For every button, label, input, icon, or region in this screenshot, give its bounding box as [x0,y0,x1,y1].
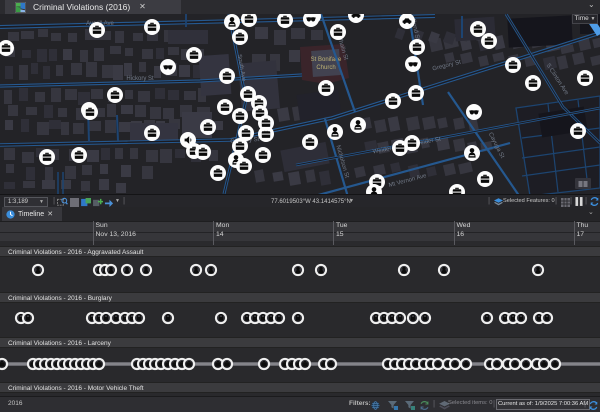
svg-text:Church: Church [316,65,335,71]
svg-text:Hickory St: Hickory St [126,76,154,82]
